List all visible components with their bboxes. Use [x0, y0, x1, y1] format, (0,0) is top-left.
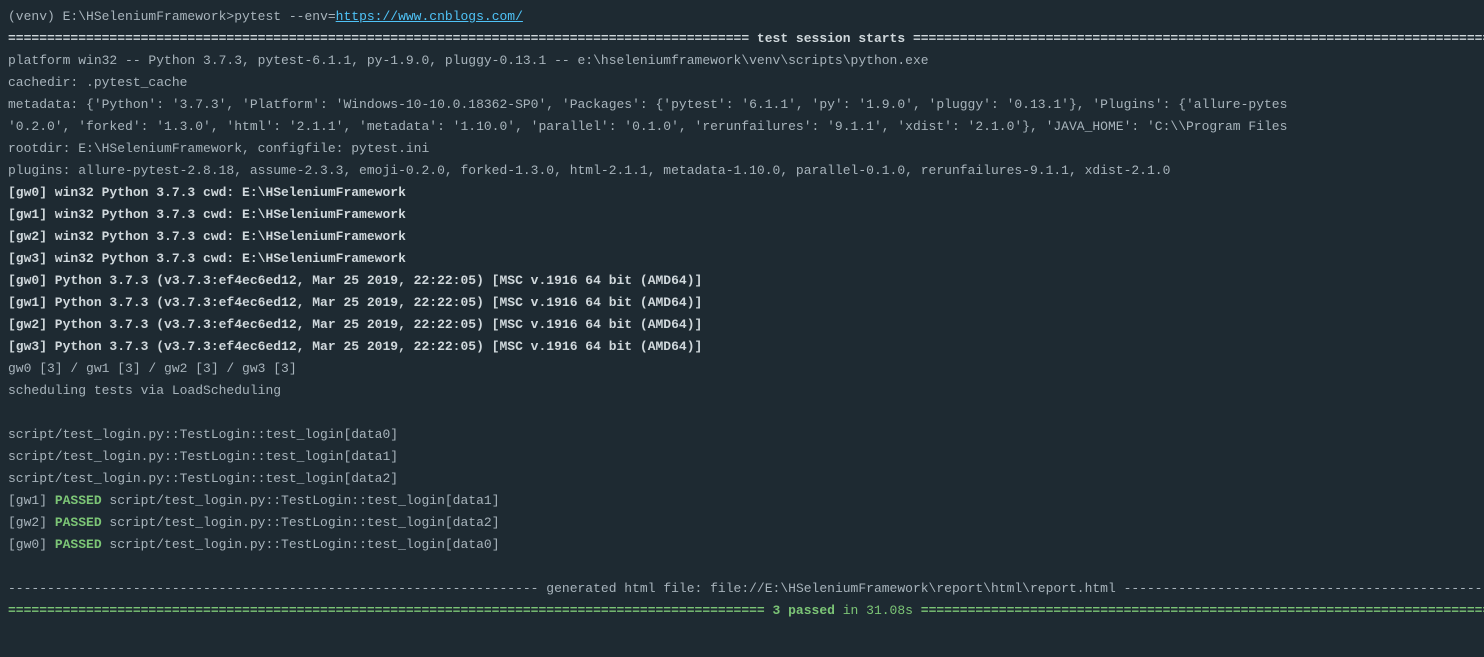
- metadata-line-1: metadata: {'Python': '3.7.3', 'Platform'…: [8, 94, 1476, 116]
- summary-line: ========================================…: [8, 600, 1476, 622]
- session-title: test session starts: [757, 31, 905, 46]
- worker-slots: gw0 [3] / gw1 [3] / gw2 [3] / gw3 [3]: [8, 358, 1476, 380]
- session-separator: ========================================…: [8, 28, 1476, 50]
- worker-ver-3: [gw3] Python 3.7.3 (v3.7.3:ef4ec6ed12, M…: [8, 336, 1476, 358]
- plugins-line: plugins: allure-pytest-2.8.18, assume-2.…: [8, 160, 1476, 182]
- env-url-link[interactable]: https://www.cnblogs.com/: [336, 9, 523, 24]
- blank-line: [8, 556, 1476, 578]
- result-status: PASSED: [47, 493, 102, 508]
- result-status: PASSED: [47, 515, 102, 530]
- worker-cwd-0: [gw0] win32 Python 3.7.3 cwd: E:\HSeleni…: [8, 182, 1476, 204]
- worker-ver-2: [gw2] Python 3.7.3 (v3.7.3:ef4ec6ed12, M…: [8, 314, 1476, 336]
- result-worker: [gw0]: [8, 537, 47, 552]
- command-text: pytest --env=: [234, 9, 335, 24]
- cachedir-line: cachedir: .pytest_cache: [8, 72, 1476, 94]
- blank-line: [8, 402, 1476, 424]
- result-worker: [gw2]: [8, 515, 47, 530]
- worker-cwd-3: [gw3] win32 Python 3.7.3 cwd: E:\HSeleni…: [8, 248, 1476, 270]
- result-worker: [gw1]: [8, 493, 47, 508]
- result-path: script/test_login.py::TestLogin::test_lo…: [102, 515, 500, 530]
- result-path: script/test_login.py::TestLogin::test_lo…: [102, 537, 500, 552]
- test-item-2: script/test_login.py::TestLogin::test_lo…: [8, 468, 1476, 490]
- prompt-prefix: (venv) E:\HSeleniumFramework>: [8, 9, 234, 24]
- platform-line: platform win32 -- Python 3.7.3, pytest-6…: [8, 50, 1476, 72]
- worker-cwd-1: [gw1] win32 Python 3.7.3 cwd: E:\HSeleni…: [8, 204, 1476, 226]
- result-path: script/test_login.py::TestLogin::test_lo…: [102, 493, 500, 508]
- summary-passed: 3 passed: [773, 603, 835, 618]
- metadata-line-2: '0.2.0', 'forked': '1.3.0', 'html': '2.1…: [8, 116, 1476, 138]
- summary-duration: in 31.08s: [835, 603, 913, 618]
- result-status: PASSED: [47, 537, 102, 552]
- test-item-1: script/test_login.py::TestLogin::test_lo…: [8, 446, 1476, 468]
- result-row-1: [gw2] PASSED script/test_login.py::TestL…: [8, 512, 1476, 534]
- prompt-line: (venv) E:\HSeleniumFramework>pytest --en…: [8, 6, 1476, 28]
- worker-ver-0: [gw0] Python 3.7.3 (v3.7.3:ef4ec6ed12, M…: [8, 270, 1476, 292]
- scheduling-line: scheduling tests via LoadScheduling: [8, 380, 1476, 402]
- result-row-0: [gw1] PASSED script/test_login.py::TestL…: [8, 490, 1476, 512]
- worker-ver-1: [gw1] Python 3.7.3 (v3.7.3:ef4ec6ed12, M…: [8, 292, 1476, 314]
- result-row-2: [gw0] PASSED script/test_login.py::TestL…: [8, 534, 1476, 556]
- html-report-line: ----------------------------------------…: [8, 578, 1476, 600]
- worker-cwd-2: [gw2] win32 Python 3.7.3 cwd: E:\HSeleni…: [8, 226, 1476, 248]
- rootdir-line: rootdir: E:\HSeleniumFramework, configfi…: [8, 138, 1476, 160]
- html-report-text: generated html file: file://E:\HSelenium…: [546, 581, 1116, 596]
- test-item-0: script/test_login.py::TestLogin::test_lo…: [8, 424, 1476, 446]
